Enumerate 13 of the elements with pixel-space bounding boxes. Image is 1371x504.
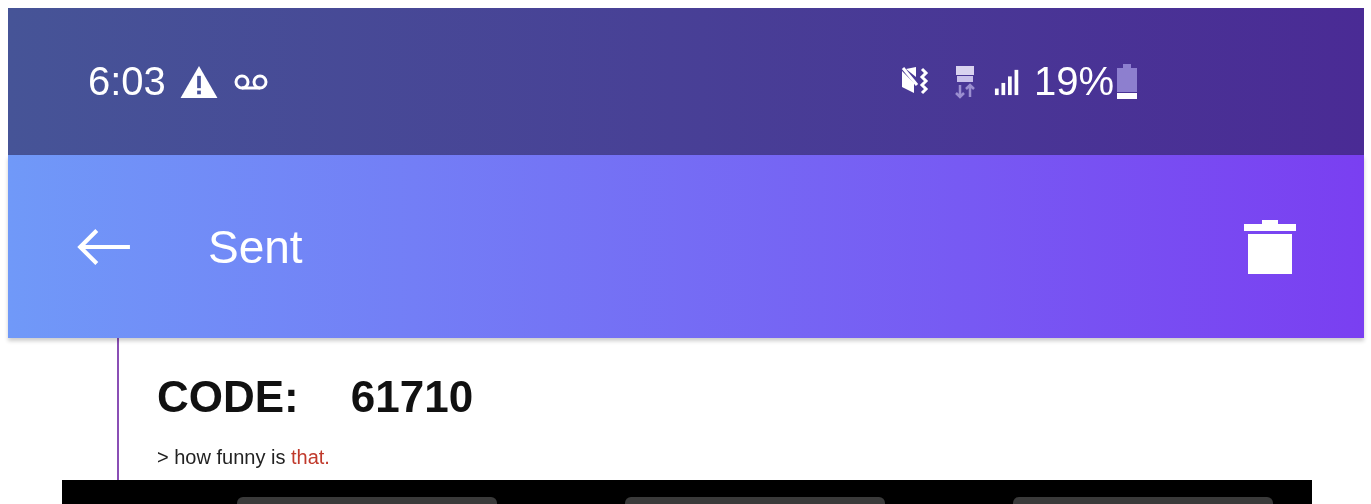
- battery-percent: 19%: [1033, 59, 1114, 104]
- quoted-text: > how funny is that.: [157, 446, 331, 469]
- keyboard-key[interactable]: [625, 497, 885, 504]
- keyboard-key[interactable]: [1013, 497, 1273, 504]
- screen-title: Sent: [208, 219, 304, 274]
- battery-icon: [1116, 63, 1138, 100]
- voicemail-icon: [233, 73, 268, 90]
- code-label: CODE:: [157, 372, 299, 422]
- warning-icon: [179, 65, 218, 98]
- delete-button[interactable]: [1244, 219, 1296, 274]
- keyboard-key[interactable]: [237, 497, 497, 504]
- clock-time: 6:03: [88, 59, 166, 104]
- code-value: 61710: [350, 372, 474, 422]
